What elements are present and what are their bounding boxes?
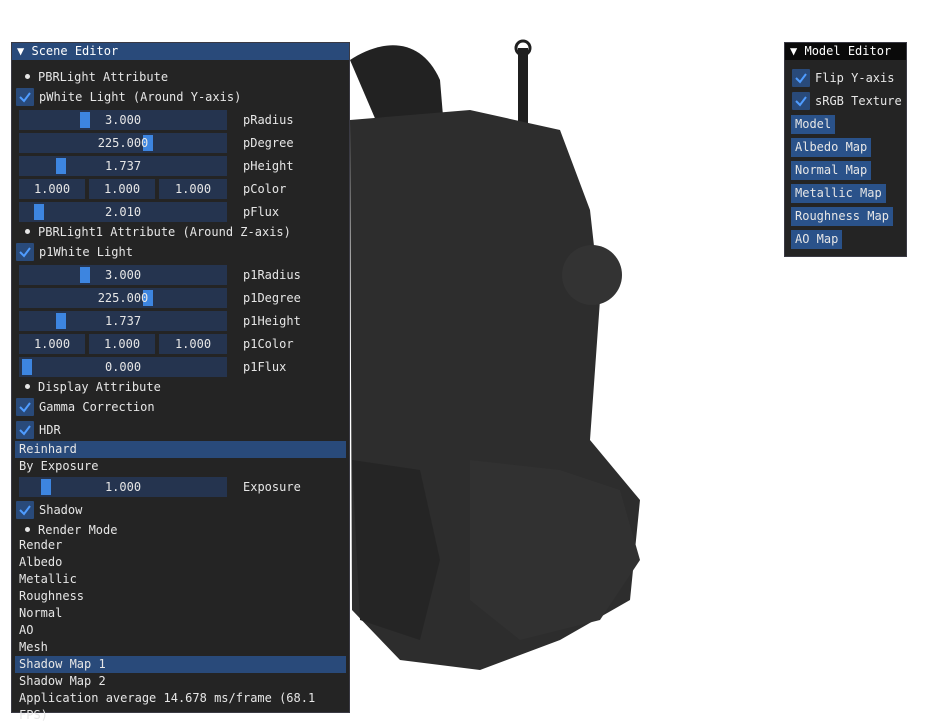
light1-color-b[interactable]: 1.000: [159, 334, 227, 354]
light0-color-r[interactable]: 1.000: [19, 179, 85, 199]
light1-color-g[interactable]: 1.000: [89, 334, 155, 354]
light0-radius-slider[interactable]: 3.000: [19, 110, 227, 130]
normal-map-button[interactable]: Normal Map: [791, 161, 872, 180]
light1-height-slider[interactable]: 1.737: [19, 311, 227, 331]
tonemap-reinhard[interactable]: Reinhard: [15, 441, 346, 458]
light0-height-slider[interactable]: 1.737: [19, 156, 227, 176]
srgb-checkbox[interactable]: sRGB Texture: [785, 91, 906, 111]
metallic-map-button[interactable]: Metallic Map: [791, 184, 886, 203]
light0-color-b[interactable]: 1.000: [159, 179, 227, 199]
checkmark-icon: [16, 243, 34, 261]
exposure-slider[interactable]: 1.000: [19, 477, 227, 497]
light0-height-row: 1.737 pHeight: [12, 156, 349, 176]
display-header[interactable]: Display Attribute: [12, 377, 349, 397]
ao-map-button[interactable]: AO Map: [791, 230, 843, 249]
light1-height-row: 1.737 p1Height: [12, 311, 349, 331]
scene-editor-titlebar[interactable]: ▼ Scene Editor: [12, 43, 349, 60]
tonemap-exposure[interactable]: By Exposure: [19, 458, 98, 475]
light0-radius-row: 3.000 pRadius: [12, 110, 349, 130]
model-editor-window: ▼ Model Editor Flip Y-axis sRGB Texture …: [784, 42, 907, 257]
checkmark-icon: [16, 88, 34, 106]
bullet-icon: [25, 384, 30, 389]
light0-flux-row: 2.010 pFlux: [12, 202, 349, 222]
roughness-map-button[interactable]: Roughness Map: [791, 207, 893, 226]
light0-degree-slider[interactable]: 225.000: [19, 133, 227, 153]
light0-flux-slider[interactable]: 2.010: [19, 202, 227, 222]
render-mode-albedo[interactable]: Albedo: [19, 554, 62, 571]
light0-degree-row: 225.000 pDegree: [12, 133, 349, 153]
render-mode-mesh[interactable]: Mesh: [19, 639, 48, 656]
exposure-row: 1.000 Exposure: [12, 477, 349, 497]
light1-radius-slider[interactable]: 3.000: [19, 265, 227, 285]
fps-readout: Application average 14.678 ms/frame (68.…: [19, 691, 316, 722]
hdr-checkbox[interactable]: HDR: [12, 420, 349, 440]
checkmark-icon: [16, 501, 34, 519]
light0-color-row: 1.000 1.000 1.000 pColor: [12, 179, 349, 199]
bullet-icon: [25, 74, 30, 79]
model-editor-titlebar[interactable]: ▼ Model Editor: [785, 43, 906, 60]
gamma-checkbox[interactable]: Gamma Correction: [12, 397, 349, 417]
bullet-icon: [25, 527, 30, 532]
light0-enable-checkbox[interactable]: pWhite Light (Around Y-axis): [12, 87, 349, 107]
shadow-checkbox[interactable]: Shadow: [12, 500, 349, 520]
render-mode-normal[interactable]: Normal: [19, 605, 62, 622]
checkmark-icon: [16, 398, 34, 416]
light0-header[interactable]: PBRLight Attribute: [12, 67, 349, 87]
model-editor-title: Model Editor: [804, 44, 892, 58]
light1-flux-row: 0.000 p1Flux: [12, 357, 349, 377]
render-mode-metallic[interactable]: Metallic: [19, 571, 77, 588]
render-mode-roughness[interactable]: Roughness: [19, 588, 84, 605]
render-mode-shadow-map-1[interactable]: Shadow Map 1: [15, 656, 346, 673]
light1-flux-slider[interactable]: 0.000: [19, 357, 227, 377]
checkmark-icon: [792, 69, 810, 87]
albedo-map-button[interactable]: Albedo Map: [791, 138, 872, 157]
model-button[interactable]: Model: [791, 115, 836, 134]
render-mode-ao[interactable]: AO: [19, 622, 33, 639]
light1-enable-checkbox[interactable]: p1White Light: [12, 242, 349, 262]
light1-header[interactable]: PBRLight1 Attribute (Around Z-axis): [12, 222, 349, 242]
collapse-arrow-icon[interactable]: ▼: [790, 44, 797, 58]
collapse-arrow-icon[interactable]: ▼: [17, 44, 24, 58]
scene-editor-window: ▼ Scene Editor PBRLight Attribute pWhite…: [11, 42, 350, 722]
render-mode-shadow-map-2[interactable]: Shadow Map 2: [19, 673, 106, 690]
flip-y-checkbox[interactable]: Flip Y-axis: [785, 68, 906, 88]
checkmark-icon: [16, 421, 34, 439]
bullet-icon: [25, 229, 30, 234]
render-mode-header[interactable]: Render Mode: [12, 520, 349, 540]
light1-degree-row: 225.000 p1Degree: [12, 288, 349, 308]
light1-color-row: 1.000 1.000 1.000 p1Color: [12, 334, 349, 354]
scene-editor-title: Scene Editor: [31, 44, 119, 58]
render-mode-render[interactable]: Render: [19, 537, 62, 554]
light1-color-r[interactable]: 1.000: [19, 334, 85, 354]
checkmark-icon: [792, 92, 810, 110]
light1-radius-row: 3.000 p1Radius: [12, 265, 349, 285]
light0-color-g[interactable]: 1.000: [89, 179, 155, 199]
light1-degree-slider[interactable]: 225.000: [19, 288, 227, 308]
